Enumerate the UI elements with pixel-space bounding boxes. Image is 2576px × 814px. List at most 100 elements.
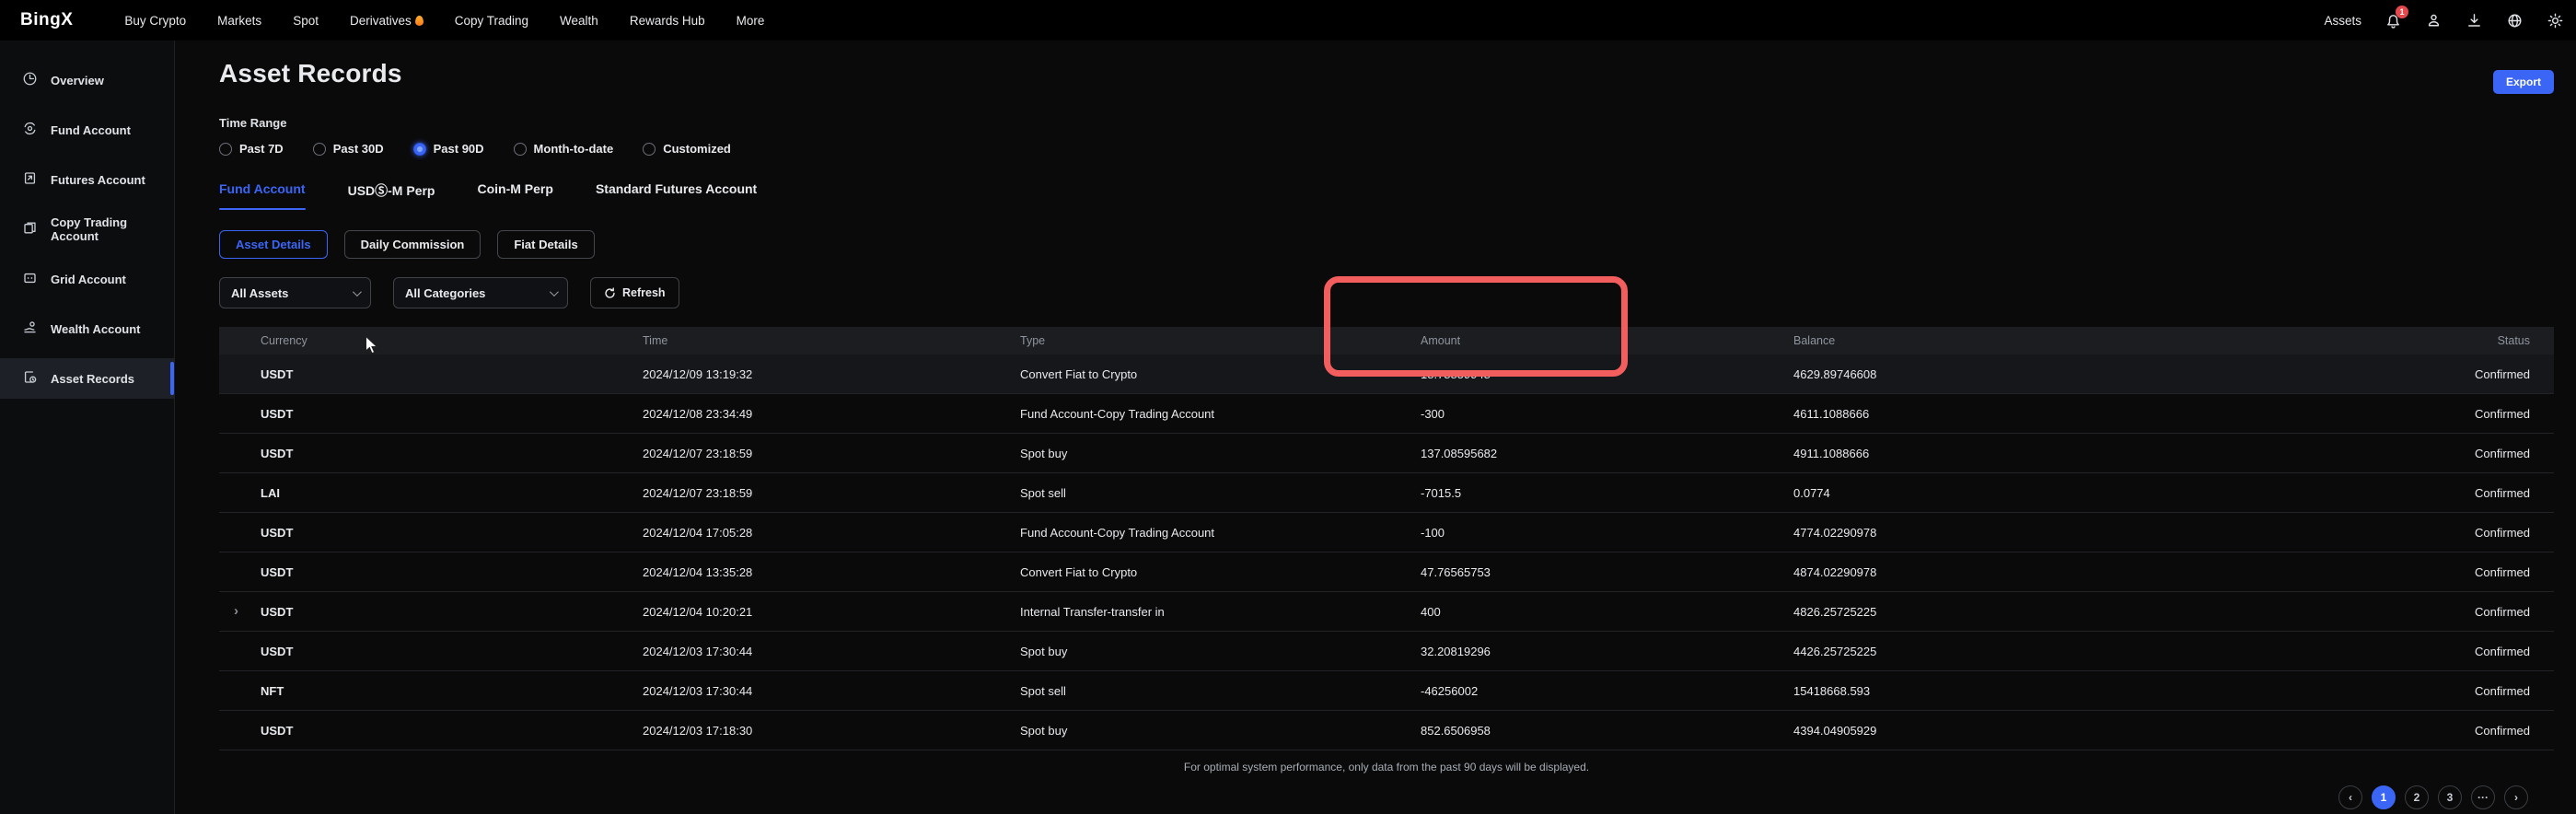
fund-account-icon bbox=[22, 121, 38, 139]
account-tabs: Fund Account USDⓈ-M Perp Coin-M Perp Standa… bbox=[219, 181, 2554, 210]
sidebar-item-grid-account[interactable]: Grid Account bbox=[0, 259, 174, 299]
type-cell: Convert Fiat to Crypto bbox=[1020, 565, 1421, 579]
time-range-option-past-30d[interactable]: Past 30D bbox=[313, 142, 384, 156]
nav-item-buy-crypto[interactable]: Buy Crypto bbox=[124, 14, 186, 28]
amount-cell: 137.08595682 bbox=[1421, 447, 1793, 460]
type-cell: Spot sell bbox=[1020, 486, 1421, 500]
tab-usd-m-perp[interactable]: USDⓈ-M Perp bbox=[348, 181, 435, 210]
export-button[interactable]: Export bbox=[2493, 70, 2554, 94]
nav-item-spot[interactable]: Spot bbox=[293, 14, 319, 28]
table-body: USDT2024/12/09 13:19:32Convert Fiat to C… bbox=[219, 355, 2554, 750]
nav-item-rewards-hub[interactable]: Rewards Hub bbox=[630, 14, 705, 28]
tab-standard-futures-account[interactable]: Standard Futures Account bbox=[596, 181, 757, 210]
table-row[interactable]: USDT2024/12/04 17:05:28Fund Account-Copy… bbox=[219, 513, 2554, 552]
table-header-row: CurrencyTimeTypeAmountBalanceStatus bbox=[219, 327, 2554, 355]
radio-label: Past 7D bbox=[239, 142, 284, 156]
table-row[interactable]: ›USDT2024/12/04 10:20:21Internal Transfe… bbox=[219, 592, 2554, 632]
sidebar-item-fund-account[interactable]: Fund Account bbox=[0, 110, 174, 150]
radio-label: Past 90D bbox=[434, 142, 484, 156]
table-row[interactable]: NFT2024/12/03 17:30:44Spot sell-46256002… bbox=[219, 671, 2554, 711]
type-cell: Convert Fiat to Crypto bbox=[1020, 367, 1421, 381]
download-icon[interactable] bbox=[2465, 11, 2483, 29]
time-range-options: Past 7D Past 30D Past 90D Month-to-date Cust… bbox=[219, 142, 2554, 156]
pagination-page-1[interactable]: 1 bbox=[2372, 785, 2396, 809]
time-cell: 2024/12/04 17:05:28 bbox=[643, 526, 1020, 540]
nav-item-wealth[interactable]: Wealth bbox=[560, 14, 598, 28]
table-row[interactable]: USDT2024/12/09 13:19:32Convert Fiat to C… bbox=[219, 355, 2554, 394]
time-cell: 2024/12/04 13:35:28 bbox=[643, 565, 1020, 579]
notifications-bell-icon[interactable]: 1 bbox=[2384, 11, 2402, 29]
status-cell: Confirmed bbox=[2346, 645, 2554, 658]
nav-item-label: Buy Crypto bbox=[124, 14, 186, 28]
subtab-daily-commission[interactable]: Daily Commission bbox=[344, 230, 482, 259]
performance-note: For optimal system performance, only dat… bbox=[219, 761, 2554, 773]
time-cell: 2024/12/03 17:30:44 bbox=[643, 684, 1020, 698]
sidebar-item-label: Grid Account bbox=[51, 273, 126, 286]
time-range-option-past-90d[interactable]: Past 90D bbox=[413, 142, 484, 156]
table-row[interactable]: USDT2024/12/03 17:18:30Spot buy852.65069… bbox=[219, 711, 2554, 750]
pagination-page-2[interactable]: 2 bbox=[2405, 785, 2429, 809]
column-header-balance: Balance bbox=[1793, 334, 2346, 347]
pagination-prev-button[interactable]: ‹ bbox=[2338, 785, 2362, 809]
language-globe-icon[interactable] bbox=[2505, 11, 2524, 29]
radio-label: Month-to-date bbox=[534, 142, 614, 156]
pagination-next-button[interactable]: › bbox=[2504, 785, 2528, 809]
time-range-option-customized[interactable]: Customized bbox=[643, 142, 731, 156]
category-filter-select[interactable]: All Categories bbox=[393, 277, 568, 308]
asset-filter-select[interactable]: All Assets bbox=[219, 277, 371, 308]
type-cell: Spot buy bbox=[1020, 645, 1421, 658]
sidebar-item-overview[interactable]: Overview bbox=[0, 60, 174, 100]
assets-link[interactable]: Assets bbox=[2324, 14, 2361, 28]
column-header-type: Type bbox=[1020, 334, 1421, 347]
pagination-page-3[interactable]: 3 bbox=[2438, 785, 2462, 809]
nav-item-label: Spot bbox=[293, 14, 319, 28]
main-menu: Buy Crypto Markets Spot Derivatives Copy Tra… bbox=[124, 14, 764, 28]
radio-label: Past 30D bbox=[333, 142, 384, 156]
table-row[interactable]: USDT2024/12/08 23:34:49Fund Account-Copy… bbox=[219, 394, 2554, 434]
time-range-option-month-to-date[interactable]: Month-to-date bbox=[514, 142, 614, 156]
sidebar-item-wealth-account[interactable]: Wealth Account bbox=[0, 308, 174, 349]
nav-item-label: Derivatives bbox=[350, 14, 412, 28]
status-cell: Confirmed bbox=[2346, 565, 2554, 579]
tab-coin-m-perp[interactable]: Coin-M Perp bbox=[477, 181, 552, 210]
column-header-status: Status bbox=[2346, 334, 2554, 347]
profile-icon[interactable] bbox=[2424, 11, 2443, 29]
status-cell: Confirmed bbox=[2346, 605, 2554, 619]
theme-sun-icon[interactable] bbox=[2546, 11, 2564, 29]
time-cell: 2024/12/03 17:30:44 bbox=[643, 645, 1020, 658]
sidebar-item-copy-trading-account[interactable]: Copy Trading Account bbox=[0, 209, 174, 250]
notification-badge: 1 bbox=[2396, 6, 2408, 18]
main-content: Asset Records Export Time Range Past 7DP… bbox=[175, 41, 2576, 814]
top-nav-right: Assets 1 bbox=[2324, 11, 2556, 29]
refresh-button[interactable]: Refresh bbox=[590, 277, 679, 308]
expand-chevron-icon[interactable]: › bbox=[234, 603, 238, 619]
nav-item-copy-trading[interactable]: Copy Trading bbox=[455, 14, 528, 28]
pagination-ellipsis[interactable]: ··· bbox=[2471, 785, 2495, 809]
radio-dot bbox=[643, 143, 656, 156]
bingx-logo[interactable]: BingX bbox=[20, 10, 73, 30]
top-navigation: BingX Buy Crypto Markets Spot Derivatives Co… bbox=[0, 0, 2576, 41]
table-row[interactable]: USDT2024/12/07 23:18:59Spot buy137.08595… bbox=[219, 434, 2554, 473]
table-row[interactable]: USDT2024/12/04 13:35:28Convert Fiat to C… bbox=[219, 552, 2554, 592]
balance-cell: 15418668.593 bbox=[1793, 684, 2346, 698]
subtab-asset-details[interactable]: Asset Details bbox=[219, 230, 328, 259]
currency-cell: USDT bbox=[219, 645, 643, 658]
pagination: ‹ 123 ··· › bbox=[219, 785, 2554, 809]
subtab-fiat-details[interactable]: Fiat Details bbox=[497, 230, 594, 259]
type-cell: Fund Account-Copy Trading Account bbox=[1020, 526, 1421, 540]
sidebar-item-label: Fund Account bbox=[51, 123, 131, 137]
nav-item-derivatives[interactable]: Derivatives bbox=[350, 14, 424, 28]
status-cell: Confirmed bbox=[2346, 724, 2554, 738]
nav-item-more[interactable]: More bbox=[737, 14, 765, 28]
nav-item-label: Copy Trading bbox=[455, 14, 528, 28]
sidebar-item-asset-records[interactable]: Asset Records bbox=[0, 358, 174, 399]
currency-cell: USDT bbox=[219, 565, 643, 579]
nav-item-markets[interactable]: Markets bbox=[217, 14, 261, 28]
futures-account-icon bbox=[22, 170, 38, 189]
sidebar-item-futures-account[interactable]: Futures Account bbox=[0, 159, 174, 200]
sidebar-item-label: Overview bbox=[51, 74, 104, 87]
table-row[interactable]: USDT2024/12/03 17:30:44Spot buy32.208192… bbox=[219, 632, 2554, 671]
time-range-option-past-7d[interactable]: Past 7D bbox=[219, 142, 284, 156]
table-row[interactable]: LAI2024/12/07 23:18:59Spot sell-7015.50.… bbox=[219, 473, 2554, 513]
tab-fund-account[interactable]: Fund Account bbox=[219, 181, 306, 210]
